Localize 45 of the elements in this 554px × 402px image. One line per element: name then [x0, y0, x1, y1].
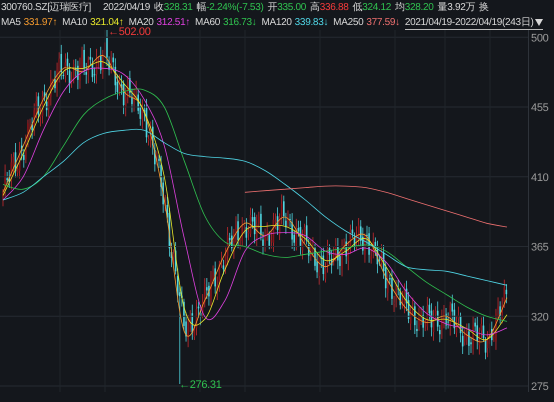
quote-value: 328.20 — [404, 1, 434, 15]
quote-label: 量 — [438, 1, 448, 15]
quote-value: 335.00 — [277, 1, 306, 15]
quote-label: 幅 — [196, 1, 206, 15]
y-axis-label: 455 — [531, 102, 548, 114]
quote-value: 336.88 — [320, 1, 348, 15]
ma-value: 321.04 — [90, 16, 119, 28]
ma-label: MA250 — [333, 16, 364, 30]
ma-label: MA120 — [261, 16, 292, 30]
quote-label: 低 — [352, 1, 362, 15]
trend-arrow: ↑ — [118, 16, 124, 28]
y-axis-label: 275 — [531, 381, 548, 392]
dropdown-caret-icon — [534, 18, 543, 26]
quote-value: -2.24%(-7.53) — [206, 1, 264, 15]
ma-label: MA10 — [62, 16, 88, 30]
ma-label: MA20 — [128, 16, 154, 28]
trend-arrow: ↓ — [395, 16, 400, 30]
quote-label: 开 — [268, 1, 278, 15]
ma-value: 312.51 — [156, 16, 186, 30]
trend-arrow: ↓ — [252, 16, 256, 30]
ma-value: 339.83 — [294, 16, 324, 30]
trend-arrow: ↑ — [185, 16, 190, 30]
quote-value: 324.12 — [362, 1, 391, 15]
quote-value: 328.31 — [164, 1, 193, 15]
trend-arrow: ↓ — [323, 16, 328, 30]
quote-value: 3.92万 — [447, 1, 476, 15]
quote-date: 2022/04/19 — [102, 1, 150, 15]
ma-value: 316.73 — [222, 16, 252, 30]
ma-label: MA60 — [195, 16, 220, 30]
y-axis-label: 320 — [531, 311, 548, 324]
ma-label: MA5 — [1, 16, 21, 30]
quote-label: 收 — [154, 1, 164, 15]
quote-label: 均 — [395, 1, 405, 15]
trend-arrow: ↑ — [52, 16, 58, 30]
stock-symbol: 300760.SZ[迈瑞医疗] — [1, 0, 91, 15]
ma-value: 331.97 — [24, 16, 52, 30]
low-price-marker: ←276.31 — [179, 379, 222, 392]
high-price-marker: ←502.00 — [108, 26, 151, 38]
quote-label: 换 — [479, 1, 489, 15]
quote-label: 高 — [310, 0, 320, 15]
y-axis-label: 410 — [531, 172, 548, 184]
y-axis-label: 500 — [531, 32, 548, 44]
ma-value: 377.59 — [366, 16, 396, 30]
date-range-dropdown[interactable]: 2021/04/19-2022/04/19(243日) — [404, 16, 543, 30]
y-axis-label: 365 — [531, 242, 548, 254]
